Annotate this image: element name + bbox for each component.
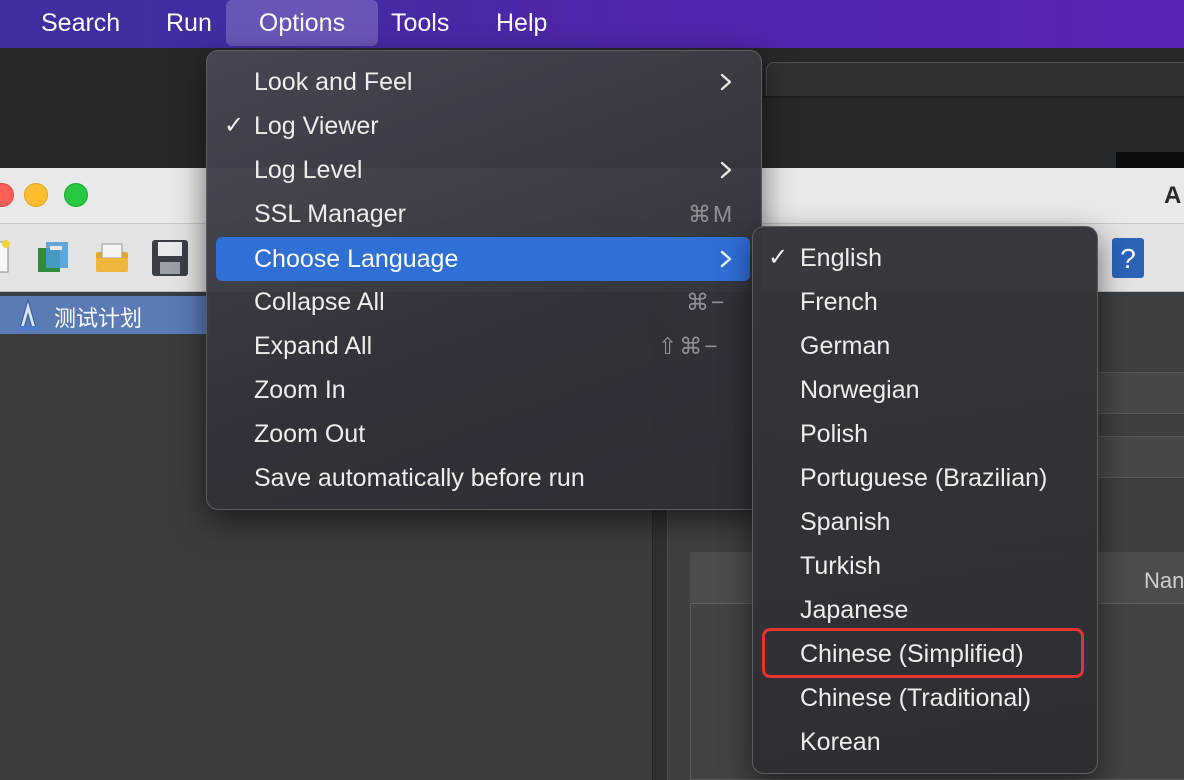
menu-item-zoom-in[interactable]: Zoom In	[216, 368, 752, 412]
language-item-spanish[interactable]: Spanish	[762, 500, 1088, 544]
language-item-label: Japanese	[800, 596, 909, 624]
menu-search[interactable]: Search	[27, 0, 134, 48]
detail-field[interactable]	[1096, 372, 1184, 414]
menu-item-shortcut: ⌘−	[686, 289, 727, 315]
language-item-german[interactable]: German	[762, 324, 1088, 368]
table-column-header[interactable]: Nan	[1144, 568, 1184, 594]
menu-item-label: Zoom In	[254, 376, 346, 404]
background-tab	[766, 62, 1184, 96]
chevron-right-icon	[720, 73, 732, 91]
menu-help[interactable]: Help	[482, 0, 561, 48]
menu-run[interactable]: Run	[152, 0, 226, 48]
language-item-label: Turkish	[800, 552, 882, 580]
language-item-turkish[interactable]: Turkish	[762, 544, 1088, 588]
language-item-english[interactable]: ✓ English	[762, 236, 1088, 280]
menu-item-label: Log Level	[254, 156, 363, 184]
detail-field[interactable]	[1096, 436, 1184, 478]
menu-item-shortcut: ⇧⌘−	[658, 333, 720, 359]
menu-item-choose-language[interactable]: Choose Language	[216, 237, 750, 281]
menu-item-log-viewer[interactable]: ✓ Log Viewer	[216, 104, 752, 148]
menu-item-label: Log Viewer	[254, 112, 379, 140]
templates-icon[interactable]	[34, 236, 74, 278]
menu-item-label: Collapse All	[254, 288, 385, 316]
language-item-label: Spanish	[800, 508, 891, 536]
language-item-polish[interactable]: Polish	[762, 412, 1088, 456]
menu-item-log-level[interactable]: Log Level	[216, 148, 752, 192]
menu-item-expand-all[interactable]: Expand All ⇧⌘−	[216, 324, 752, 368]
chevron-right-icon	[720, 161, 732, 179]
window-title: A	[1164, 182, 1182, 209]
menu-item-label: Look and Feel	[254, 68, 413, 96]
menu-item-shortcut: ⌘M	[688, 201, 735, 227]
language-item-label: Norwegian	[800, 376, 920, 404]
save-icon[interactable]	[150, 236, 190, 278]
minimize-window-button[interactable]	[24, 183, 48, 207]
menu-item-save-automatically[interactable]: Save automatically before run	[216, 456, 752, 500]
menu-item-collapse-all[interactable]: Collapse All ⌘−	[216, 280, 752, 324]
test-plan-icon	[14, 298, 42, 332]
language-item-label: German	[800, 332, 891, 360]
menu-item-label: Zoom Out	[254, 420, 366, 448]
tabbar-divider	[760, 96, 1184, 98]
help-icon[interactable]: ?	[1108, 236, 1148, 278]
menu-tools[interactable]: Tools	[377, 0, 463, 48]
language-item-label: French	[800, 288, 878, 316]
menu-item-label: SSL Manager	[254, 200, 406, 228]
new-file-icon[interactable]	[0, 236, 26, 278]
menu-item-look-and-feel[interactable]: Look and Feel	[216, 60, 752, 104]
chevron-right-icon	[720, 250, 732, 268]
menu-item-zoom-out[interactable]: Zoom Out	[216, 412, 752, 456]
language-item-korean[interactable]: Korean	[762, 720, 1088, 764]
menu-item-label: Choose Language	[254, 245, 459, 273]
checkmark-icon: ✓	[224, 112, 245, 139]
language-item-label: Chinese (Traditional)	[800, 684, 1032, 712]
language-item-japanese[interactable]: Japanese	[762, 588, 1088, 632]
menu-bar: Search Run Options Tools Help	[0, 0, 1184, 48]
menu-item-label: Expand All	[254, 332, 373, 360]
menu-item-label: Save automatically before run	[254, 464, 585, 492]
annotation-highlight-box	[762, 628, 1084, 678]
language-item-label: Polish	[800, 420, 869, 448]
checkmark-icon: ✓	[768, 244, 789, 271]
tree-node-label[interactable]: 测试计划	[54, 301, 142, 333]
language-item-french[interactable]: French	[762, 280, 1088, 324]
menu-options[interactable]: Options	[226, 0, 378, 46]
language-item-label: Portuguese (Brazilian)	[800, 464, 1048, 492]
zoom-window-button[interactable]	[64, 183, 88, 207]
open-folder-icon[interactable]	[92, 236, 132, 278]
menu-item-ssl-manager[interactable]: SSL Manager ⌘M	[216, 192, 752, 236]
svg-text:?: ?	[1120, 243, 1136, 274]
language-item-label: Korean	[800, 728, 881, 756]
language-item-chinese-traditional[interactable]: Chinese (Traditional)	[762, 676, 1088, 720]
language-item-portuguese-brazilian[interactable]: Portuguese (Brazilian)	[762, 456, 1088, 500]
language-item-norwegian[interactable]: Norwegian	[762, 368, 1088, 412]
language-item-label: English	[800, 244, 882, 272]
